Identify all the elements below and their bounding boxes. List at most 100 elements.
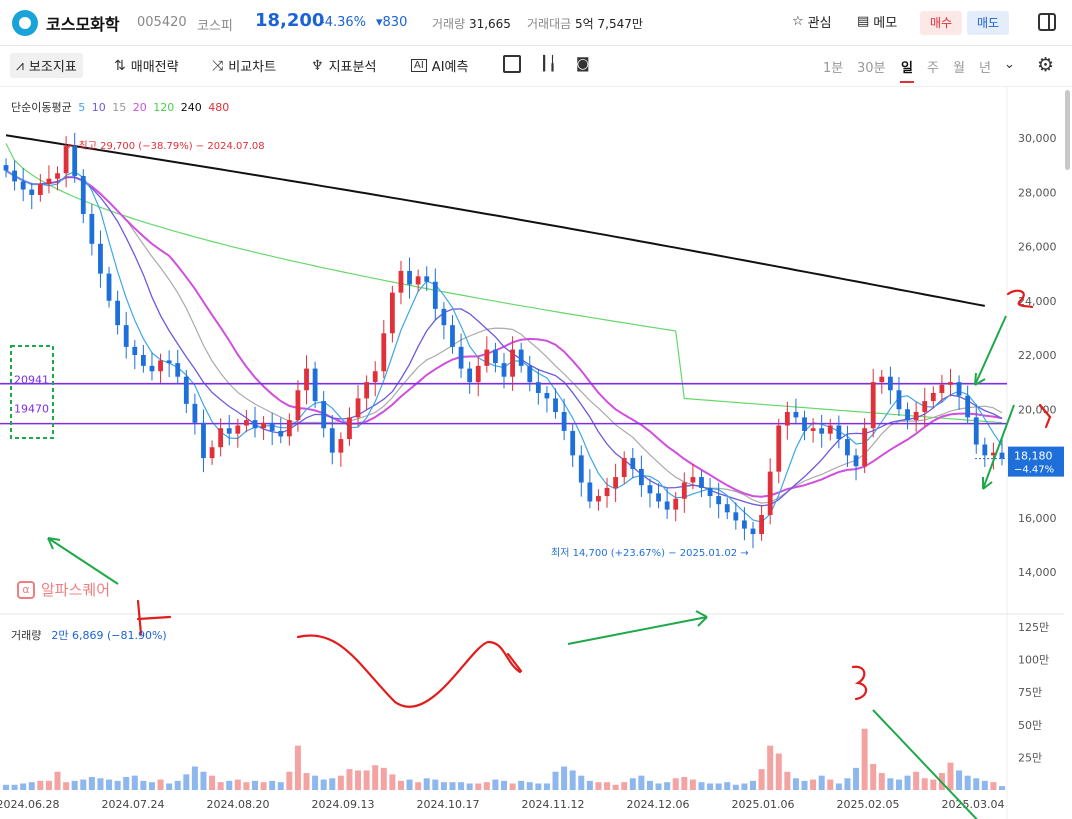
volume-bar bbox=[277, 782, 284, 790]
ma-120[interactable]: 120 bbox=[153, 101, 174, 114]
candle-body bbox=[510, 349, 515, 377]
ma-15[interactable]: 15 bbox=[112, 101, 126, 114]
volume-bar bbox=[569, 770, 576, 790]
candle-body bbox=[304, 368, 309, 391]
memo-icon: ▤ bbox=[857, 14, 870, 29]
period-30min[interactable]: 30분 bbox=[857, 57, 886, 76]
volume-bar bbox=[956, 770, 963, 790]
ma-5[interactable]: 5 bbox=[78, 101, 85, 114]
sell-button[interactable]: 매도 bbox=[967, 11, 1009, 35]
candle-body bbox=[158, 360, 163, 372]
candle-body bbox=[432, 281, 438, 309]
ma15-line bbox=[5, 170, 1003, 504]
candle-body bbox=[286, 420, 292, 437]
candle-body bbox=[501, 363, 507, 377]
ai-predict-button[interactable]: AI AI예측 bbox=[411, 56, 468, 75]
square-icon bbox=[503, 55, 521, 73]
high-annotation: ← 최고 29,700 (−38.79%) − 2024.07.08 bbox=[67, 140, 265, 152]
indicator-button[interactable]: ⩘ 보조지표 bbox=[10, 53, 83, 78]
watch-label: 관심 bbox=[807, 16, 832, 31]
volume-bar bbox=[54, 771, 61, 790]
candle-body bbox=[853, 455, 859, 467]
volume-bar bbox=[535, 783, 542, 790]
date-tick-label: 2024.07.24 bbox=[102, 798, 165, 811]
volume-bar bbox=[346, 769, 353, 790]
ma-20[interactable]: 20 bbox=[133, 101, 147, 114]
period-year[interactable]: 년 bbox=[979, 57, 991, 76]
ma-240[interactable]: 240 bbox=[181, 101, 202, 114]
volume-bar bbox=[252, 780, 258, 790]
memo-button[interactable]: ▤ 메모 bbox=[857, 12, 897, 31]
candle-body bbox=[338, 439, 344, 453]
ma-legend-title: 단순이동평균 bbox=[11, 101, 72, 114]
candle-body bbox=[561, 411, 567, 431]
buy-button[interactable]: 매수 bbox=[920, 11, 962, 35]
ma-480[interactable]: 480 bbox=[208, 101, 229, 114]
candle-body bbox=[776, 425, 782, 472]
volume-bar bbox=[775, 753, 782, 790]
panel-toggle-icon[interactable] bbox=[1038, 13, 1056, 31]
volume-bar bbox=[312, 775, 319, 790]
volume-bar bbox=[458, 782, 465, 790]
draw-box-button[interactable] bbox=[503, 55, 521, 73]
volume-bar bbox=[380, 767, 387, 790]
strategy-button[interactable]: ⇅ 매매전략 bbox=[114, 56, 179, 76]
candle-body bbox=[98, 243, 103, 274]
ma-10[interactable]: 10 bbox=[92, 101, 106, 114]
volume-bar bbox=[681, 776, 688, 790]
volume-bar bbox=[209, 775, 216, 790]
candle-body bbox=[132, 346, 138, 355]
candle-body bbox=[218, 428, 224, 448]
chevron-down-icon[interactable]: ⌄ bbox=[1004, 57, 1015, 72]
volume-bar bbox=[466, 783, 473, 790]
volume-bar bbox=[999, 786, 1005, 790]
watch-button[interactable]: ☆ 관심 bbox=[792, 12, 832, 31]
candle-body bbox=[226, 428, 232, 434]
volume-bar bbox=[483, 782, 490, 790]
screenshot-button[interactable]: ◙ bbox=[576, 56, 590, 72]
candle-type-button[interactable]: ┃╽ bbox=[540, 56, 557, 72]
volume-legend-value: 2만 6,869 (−81.90%) bbox=[51, 629, 167, 642]
candle-body bbox=[20, 181, 26, 190]
candle-body bbox=[518, 349, 524, 366]
volume-bar bbox=[664, 782, 671, 790]
candle-body bbox=[269, 422, 275, 431]
candle-body bbox=[733, 512, 739, 521]
gear-icon[interactable]: ⚙ bbox=[1037, 54, 1054, 76]
price-tick-label: 28,000 bbox=[1018, 186, 1057, 199]
candle-body bbox=[742, 520, 747, 529]
ma-legend: 단순이동평균 5 10 15 20 120 240 480 bbox=[11, 99, 229, 115]
ma10-line bbox=[5, 170, 1003, 507]
volume-bar bbox=[801, 780, 808, 790]
candle-body bbox=[724, 504, 730, 513]
volume-bar bbox=[715, 783, 722, 790]
price-tick-label: 14,000 bbox=[1018, 566, 1057, 579]
analysis-button[interactable]: ♆ 지표분석 bbox=[311, 56, 376, 76]
volume-bar bbox=[114, 780, 121, 790]
price-tick-label: 22,000 bbox=[1018, 349, 1057, 362]
candle-body bbox=[767, 471, 773, 516]
period-day[interactable]: 일 bbox=[900, 57, 914, 83]
candle-body bbox=[278, 430, 284, 437]
candle-body bbox=[261, 422, 266, 429]
volume-bar bbox=[148, 782, 155, 790]
stock-name[interactable]: 코스모화학 bbox=[46, 11, 120, 35]
date-tick-label: 2025.02.05 bbox=[837, 798, 900, 811]
compare-button[interactable]: ⤨ 비교차트 bbox=[212, 56, 276, 76]
price-volume-chart[interactable]: 30,00028,00026,00024,00022,00020,00016,0… bbox=[0, 87, 1064, 819]
candle-body bbox=[235, 425, 241, 434]
period-month[interactable]: 월 bbox=[953, 57, 965, 76]
candle-body bbox=[192, 403, 198, 423]
period-1min[interactable]: 1분 bbox=[823, 57, 843, 76]
candle-body bbox=[887, 376, 893, 391]
scrollbar[interactable] bbox=[1064, 88, 1072, 608]
candle-body bbox=[467, 368, 473, 383]
candle-body bbox=[166, 360, 172, 364]
volume-bar bbox=[389, 774, 396, 790]
volume-bar bbox=[157, 779, 164, 790]
price-tick-label: 20,000 bbox=[1018, 403, 1057, 416]
period-week[interactable]: 주 bbox=[927, 57, 939, 76]
candle-body bbox=[475, 365, 481, 383]
volume-info: 거래량 31,665 bbox=[432, 15, 511, 32]
ma240-line bbox=[5, 134, 985, 307]
